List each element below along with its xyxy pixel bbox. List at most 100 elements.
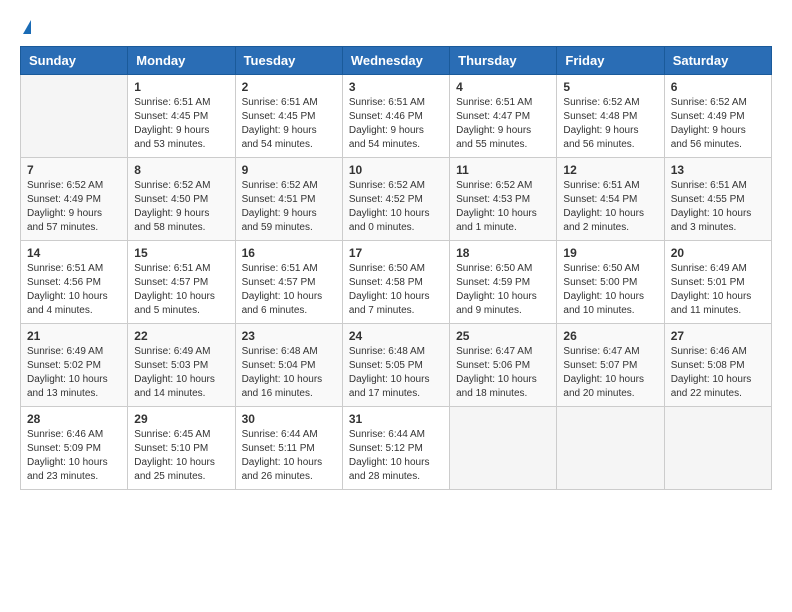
calendar-week-row: 14 Sunrise: 6:51 AM Sunset: 4:56 PM Dayli… (21, 241, 772, 324)
day-number: 28 (27, 412, 121, 426)
day-number: 25 (456, 329, 550, 343)
day-info: Sunrise: 6:52 AM Sunset: 4:48 PM Dayligh… (563, 96, 657, 152)
calendar-cell: 25 Sunrise: 6:47 AM Sunset: 5:06 PM Dayli… (450, 324, 557, 407)
header-thursday: Thursday (450, 47, 557, 75)
day-info: Sunrise: 6:50 AM Sunset: 4:58 PM Dayligh… (349, 262, 443, 318)
calendar-cell: 20Sunrise: 6:49 AM Sunset: 5:01 PM Dayli… (664, 241, 771, 324)
day-number: 27 (671, 329, 765, 343)
calendar-cell: 23Sunrise: 6:48 AM Sunset: 5:04 PM Dayli… (235, 324, 342, 407)
calendar-cell: 17 Sunrise: 6:50 AM Sunset: 4:58 PM Dayli… (342, 241, 449, 324)
calendar-cell: 28 Sunrise: 6:46 AM Sunset: 5:09 PM Dayli… (21, 407, 128, 490)
day-info: Sunrise: 6:49 AM Sunset: 5:02 PM Dayligh… (27, 345, 121, 401)
day-info: Sunrise: 6:52 AM Sunset: 4:50 PM Dayligh… (134, 179, 228, 235)
calendar-cell: 21Sunrise: 6:49 AM Sunset: 5:02 PM Dayli… (21, 324, 128, 407)
calendar-cell: 5 Sunrise: 6:52 AM Sunset: 4:48 PM Daylig… (557, 75, 664, 158)
day-number: 29 (134, 412, 228, 426)
calendar-cell: 22 Sunrise: 6:49 AM Sunset: 5:03 PM Dayli… (128, 324, 235, 407)
day-info: Sunrise: 6:49 AM Sunset: 5:03 PM Dayligh… (134, 345, 228, 401)
day-number: 1 (134, 80, 228, 94)
day-number: 22 (134, 329, 228, 343)
header-monday: Monday (128, 47, 235, 75)
logo-triangle-icon (23, 20, 31, 34)
calendar-cell: 19 Sunrise: 6:50 AM Sunset: 5:00 PM Dayli… (557, 241, 664, 324)
calendar-cell: 31Sunrise: 6:44 AM Sunset: 5:12 PM Dayli… (342, 407, 449, 490)
calendar-cell: 13Sunrise: 6:51 AM Sunset: 4:55 PM Dayli… (664, 158, 771, 241)
calendar-cell (557, 407, 664, 490)
day-number: 24 (349, 329, 443, 343)
day-number: 31 (349, 412, 443, 426)
calendar-week-row: 1 Sunrise: 6:51 AM Sunset: 4:45 PM Daylig… (21, 75, 772, 158)
calendar-cell: 18Sunrise: 6:50 AM Sunset: 4:59 PM Dayli… (450, 241, 557, 324)
day-number: 19 (563, 246, 657, 260)
calendar-cell (664, 407, 771, 490)
day-number: 14 (27, 246, 121, 260)
calendar-cell: 24 Sunrise: 6:48 AM Sunset: 5:05 PM Dayli… (342, 324, 449, 407)
calendar-week-row: 28 Sunrise: 6:46 AM Sunset: 5:09 PM Dayli… (21, 407, 772, 490)
day-info: Sunrise: 6:47 AM Sunset: 5:07 PM Dayligh… (563, 345, 657, 401)
calendar-cell: 27 Sunrise: 6:46 AM Sunset: 5:08 PM Dayli… (664, 324, 771, 407)
header-saturday: Saturday (664, 47, 771, 75)
calendar-cell: 9 Sunrise: 6:52 AM Sunset: 4:51 PM Daylig… (235, 158, 342, 241)
calendar-table: SundayMondayTuesdayWednesdayThursdayFrid… (20, 46, 772, 490)
day-number: 7 (27, 163, 121, 177)
day-info: Sunrise: 6:51 AM Sunset: 4:45 PM Dayligh… (242, 96, 336, 152)
day-info: Sunrise: 6:48 AM Sunset: 5:05 PM Dayligh… (349, 345, 443, 401)
day-info: Sunrise: 6:52 AM Sunset: 4:53 PM Dayligh… (456, 179, 550, 235)
calendar-header-row: SundayMondayTuesdayWednesdayThursdayFrid… (21, 47, 772, 75)
header-tuesday: Tuesday (235, 47, 342, 75)
day-info: Sunrise: 6:44 AM Sunset: 5:11 PM Dayligh… (242, 428, 336, 484)
day-info: Sunrise: 6:51 AM Sunset: 4:57 PM Dayligh… (242, 262, 336, 318)
day-info: Sunrise: 6:51 AM Sunset: 4:57 PM Dayligh… (134, 262, 228, 318)
day-number: 26 (563, 329, 657, 343)
day-info: Sunrise: 6:52 AM Sunset: 4:52 PM Dayligh… (349, 179, 443, 235)
day-info: Sunrise: 6:46 AM Sunset: 5:09 PM Dayligh… (27, 428, 121, 484)
calendar-cell: 15 Sunrise: 6:51 AM Sunset: 4:57 PM Dayli… (128, 241, 235, 324)
day-info: Sunrise: 6:51 AM Sunset: 4:54 PM Dayligh… (563, 179, 657, 235)
day-info: Sunrise: 6:50 AM Sunset: 5:00 PM Dayligh… (563, 262, 657, 318)
day-number: 12 (563, 163, 657, 177)
day-info: Sunrise: 6:46 AM Sunset: 5:08 PM Dayligh… (671, 345, 765, 401)
calendar-cell: 8Sunrise: 6:52 AM Sunset: 4:50 PM Daylig… (128, 158, 235, 241)
page-header (20, 20, 772, 36)
day-number: 11 (456, 163, 550, 177)
calendar-week-row: 21Sunrise: 6:49 AM Sunset: 5:02 PM Dayli… (21, 324, 772, 407)
day-number: 20 (671, 246, 765, 260)
day-number: 6 (671, 80, 765, 94)
day-number: 23 (242, 329, 336, 343)
header-wednesday: Wednesday (342, 47, 449, 75)
day-info: Sunrise: 6:52 AM Sunset: 4:49 PM Dayligh… (27, 179, 121, 235)
calendar-cell: 30 Sunrise: 6:44 AM Sunset: 5:11 PM Dayli… (235, 407, 342, 490)
calendar-cell (21, 75, 128, 158)
day-info: Sunrise: 6:51 AM Sunset: 4:47 PM Dayligh… (456, 96, 550, 152)
day-info: Sunrise: 6:52 AM Sunset: 4:49 PM Dayligh… (671, 96, 765, 152)
day-info: Sunrise: 6:47 AM Sunset: 5:06 PM Dayligh… (456, 345, 550, 401)
day-number: 9 (242, 163, 336, 177)
calendar-cell: 14 Sunrise: 6:51 AM Sunset: 4:56 PM Dayli… (21, 241, 128, 324)
day-info: Sunrise: 6:51 AM Sunset: 4:45 PM Dayligh… (134, 96, 228, 152)
day-number: 30 (242, 412, 336, 426)
day-number: 15 (134, 246, 228, 260)
calendar-cell: 3 Sunrise: 6:51 AM Sunset: 4:46 PM Daylig… (342, 75, 449, 158)
day-number: 4 (456, 80, 550, 94)
calendar-cell (450, 407, 557, 490)
logo (20, 20, 31, 36)
day-info: Sunrise: 6:51 AM Sunset: 4:46 PM Dayligh… (349, 96, 443, 152)
calendar-cell: 7 Sunrise: 6:52 AM Sunset: 4:49 PM Daylig… (21, 158, 128, 241)
calendar-cell: 2 Sunrise: 6:51 AM Sunset: 4:45 PM Daylig… (235, 75, 342, 158)
calendar-week-row: 7 Sunrise: 6:52 AM Sunset: 4:49 PM Daylig… (21, 158, 772, 241)
day-info: Sunrise: 6:51 AM Sunset: 4:56 PM Dayligh… (27, 262, 121, 318)
header-friday: Friday (557, 47, 664, 75)
day-number: 10 (349, 163, 443, 177)
calendar-cell: 26 Sunrise: 6:47 AM Sunset: 5:07 PM Dayli… (557, 324, 664, 407)
day-number: 13 (671, 163, 765, 177)
day-number: 2 (242, 80, 336, 94)
calendar-cell: 29 Sunrise: 6:45 AM Sunset: 5:10 PM Dayli… (128, 407, 235, 490)
day-info: Sunrise: 6:52 AM Sunset: 4:51 PM Dayligh… (242, 179, 336, 235)
day-number: 16 (242, 246, 336, 260)
day-number: 17 (349, 246, 443, 260)
day-number: 5 (563, 80, 657, 94)
calendar-cell: 12 Sunrise: 6:51 AM Sunset: 4:54 PM Dayli… (557, 158, 664, 241)
calendar-cell: 4 Sunrise: 6:51 AM Sunset: 4:47 PM Daylig… (450, 75, 557, 158)
day-info: Sunrise: 6:45 AM Sunset: 5:10 PM Dayligh… (134, 428, 228, 484)
day-number: 3 (349, 80, 443, 94)
